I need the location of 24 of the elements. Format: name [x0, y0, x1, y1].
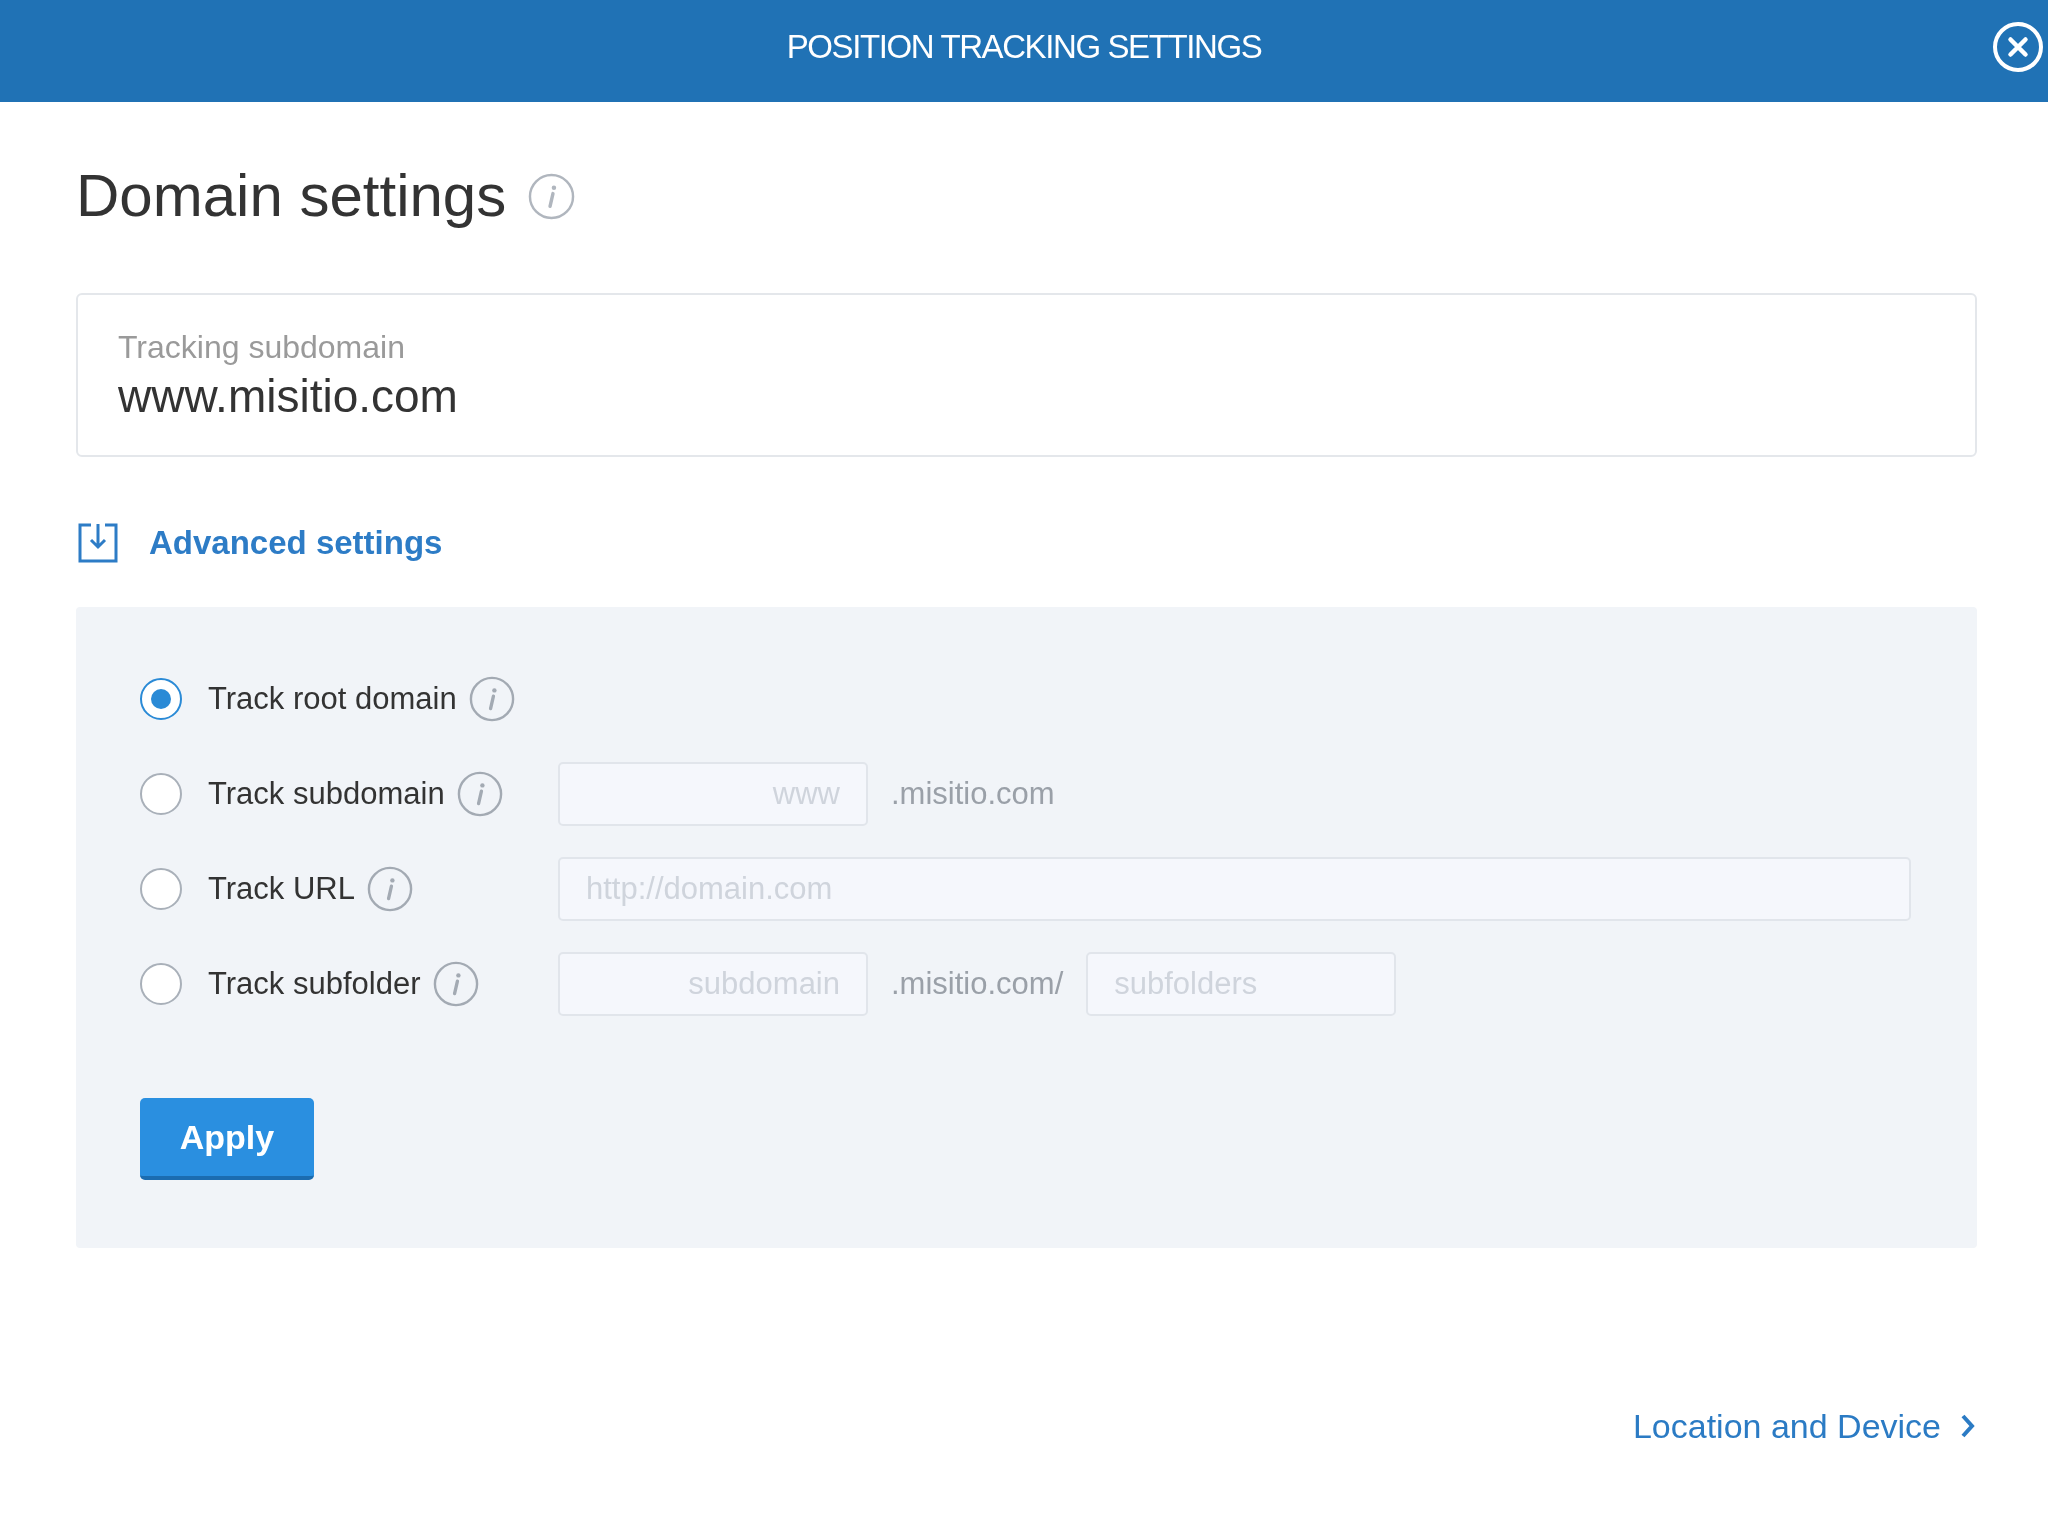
option-label: Track subfolder: [208, 966, 421, 1002]
next-step-link[interactable]: Location and Device: [1632, 1404, 1977, 1448]
close-icon[interactable]: [1992, 21, 2044, 73]
info-icon[interactable]: [432, 961, 479, 1007]
domain-suffix-text: .misitio.com/: [891, 966, 1064, 1002]
domain-suffix-text: .misitio.com: [891, 776, 1055, 812]
option-label: Track root domain: [208, 681, 457, 717]
chevron-right-icon: [1959, 1412, 1977, 1440]
info-icon[interactable]: [528, 172, 576, 220]
option-label: Track subdomain: [208, 776, 445, 812]
info-icon[interactable]: [456, 771, 503, 817]
advanced-settings-toggle[interactable]: Advanced settings: [76, 521, 443, 565]
radio-button[interactable]: [140, 868, 182, 910]
apply-button[interactable]: Apply: [140, 1098, 314, 1180]
tracking-subdomain-field[interactable]: Tracking subdomain www.misitio.com: [76, 293, 1977, 457]
info-icon[interactable]: [367, 866, 413, 912]
arrow-into-box-icon: [76, 521, 120, 565]
section-title: Domain settings: [76, 161, 507, 231]
radio-button[interactable]: [140, 963, 182, 1005]
radio-button[interactable]: [140, 678, 182, 720]
info-icon[interactable]: [468, 676, 515, 722]
dialog-title: POSITION TRACKING SETTINGS: [786, 28, 1262, 67]
option-label: Track URL: [208, 871, 355, 907]
radio-button[interactable]: [140, 773, 182, 815]
